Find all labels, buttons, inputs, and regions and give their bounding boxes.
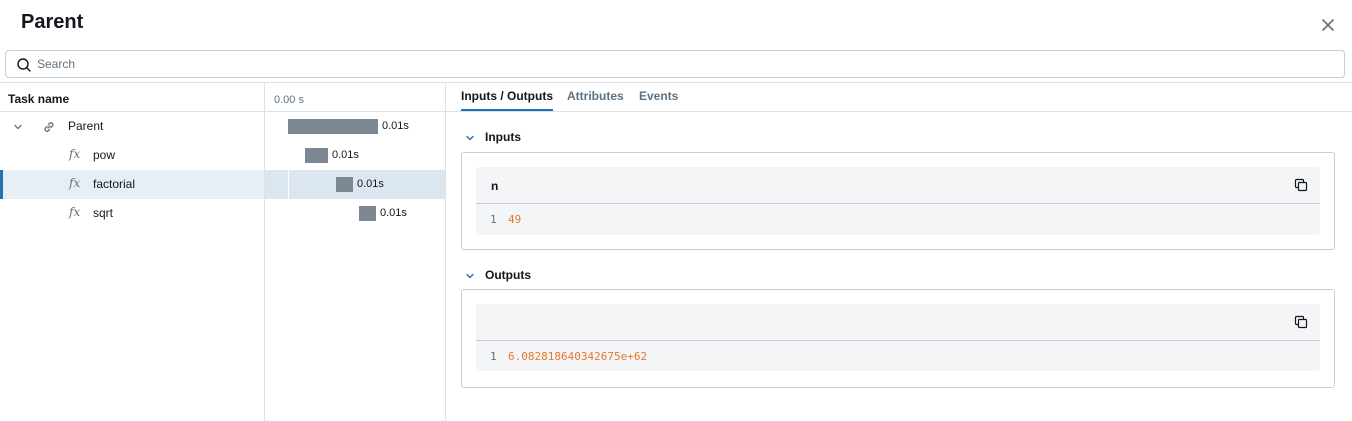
tree-row-label: factorial	[93, 177, 136, 191]
tree-row-label: sqrt	[93, 206, 114, 220]
close-icon	[1322, 19, 1334, 31]
tree-row-pow[interactable]: fx pow	[0, 141, 264, 170]
tab-events[interactable]: Events	[639, 89, 678, 111]
outputs-code-block: 1 6.082818640342675e+62	[476, 304, 1320, 371]
function-icon: fx	[69, 147, 81, 161]
task-name-header: Task name	[8, 92, 70, 106]
search-icon	[17, 58, 31, 72]
search-input[interactable]	[37, 54, 1327, 74]
copy-icon[interactable]	[1294, 178, 1308, 192]
timeline-row[interactable]: 0.01s	[265, 141, 445, 170]
timeline-start-label: 0.00 s	[274, 94, 304, 106]
duration-label: 0.01s	[382, 120, 409, 132]
duration-label: 0.01s	[357, 178, 384, 190]
inputs-section-toggle[interactable]: Inputs	[464, 128, 584, 146]
outputs-section-title: Outputs	[485, 268, 531, 282]
inputs-code-block: n 1 49	[476, 167, 1320, 235]
tree-row-parent[interactable]: Parent	[0, 112, 264, 141]
function-icon: fx	[69, 205, 81, 219]
task-tree-panel: Task name Parent fx pow fx factorial fx …	[0, 83, 446, 421]
function-icon: fx	[69, 176, 81, 190]
page-title: Parent	[21, 11, 84, 33]
inputs-section-title: Inputs	[485, 130, 521, 144]
link-icon	[44, 122, 54, 132]
chevron-down-icon	[466, 273, 474, 279]
tree-row-label: pow	[93, 148, 116, 162]
tab-attributes[interactable]: Attributes	[567, 89, 624, 111]
duration-bar	[336, 177, 353, 192]
divider	[288, 170, 289, 199]
duration-label: 0.01s	[380, 207, 407, 219]
detail-panel: Inputs / Outputs Attributes Events Input…	[446, 83, 1352, 421]
input-key: n	[491, 179, 499, 193]
outputs-card: 1 6.082818640342675e+62	[461, 289, 1335, 388]
duration-label: 0.01s	[332, 149, 359, 161]
inputs-card: n 1 49	[461, 152, 1335, 250]
tree-row-factorial[interactable]: fx factorial	[0, 170, 264, 199]
duration-bar	[359, 206, 376, 221]
timeline-row[interactable]: 0.01s	[265, 112, 445, 141]
output-value: 6.082818640342675e+62	[508, 350, 648, 363]
modal-header: Parent	[0, 0, 1352, 46]
detail-tabs: Inputs / Outputs Attributes Events	[446, 83, 1352, 112]
tab-inputs-outputs[interactable]: Inputs / Outputs	[461, 89, 553, 111]
tree-row-label: Parent	[68, 119, 104, 133]
close-button[interactable]	[1316, 13, 1340, 37]
tree-row-sqrt[interactable]: fx sqrt	[0, 199, 264, 228]
input-value: 49	[508, 213, 522, 226]
timeline-row[interactable]: 0.01s	[265, 170, 445, 199]
copy-icon[interactable]	[1294, 315, 1308, 329]
chevron-down-icon[interactable]	[12, 121, 24, 133]
search-box[interactable]	[5, 50, 1345, 78]
duration-bar	[305, 148, 328, 163]
timeline-panel: 0.00 s 0.01s 0.01s 0.01s 0.01s	[265, 83, 446, 421]
code-header: n	[476, 167, 1320, 204]
chevron-down-icon	[466, 135, 474, 141]
duration-bar	[288, 119, 378, 134]
line-number: 1	[490, 350, 497, 363]
code-header	[476, 304, 1320, 341]
timeline-row[interactable]: 0.01s	[265, 199, 445, 228]
line-number: 1	[490, 213, 497, 226]
outputs-section-toggle[interactable]: Outputs	[464, 266, 584, 284]
